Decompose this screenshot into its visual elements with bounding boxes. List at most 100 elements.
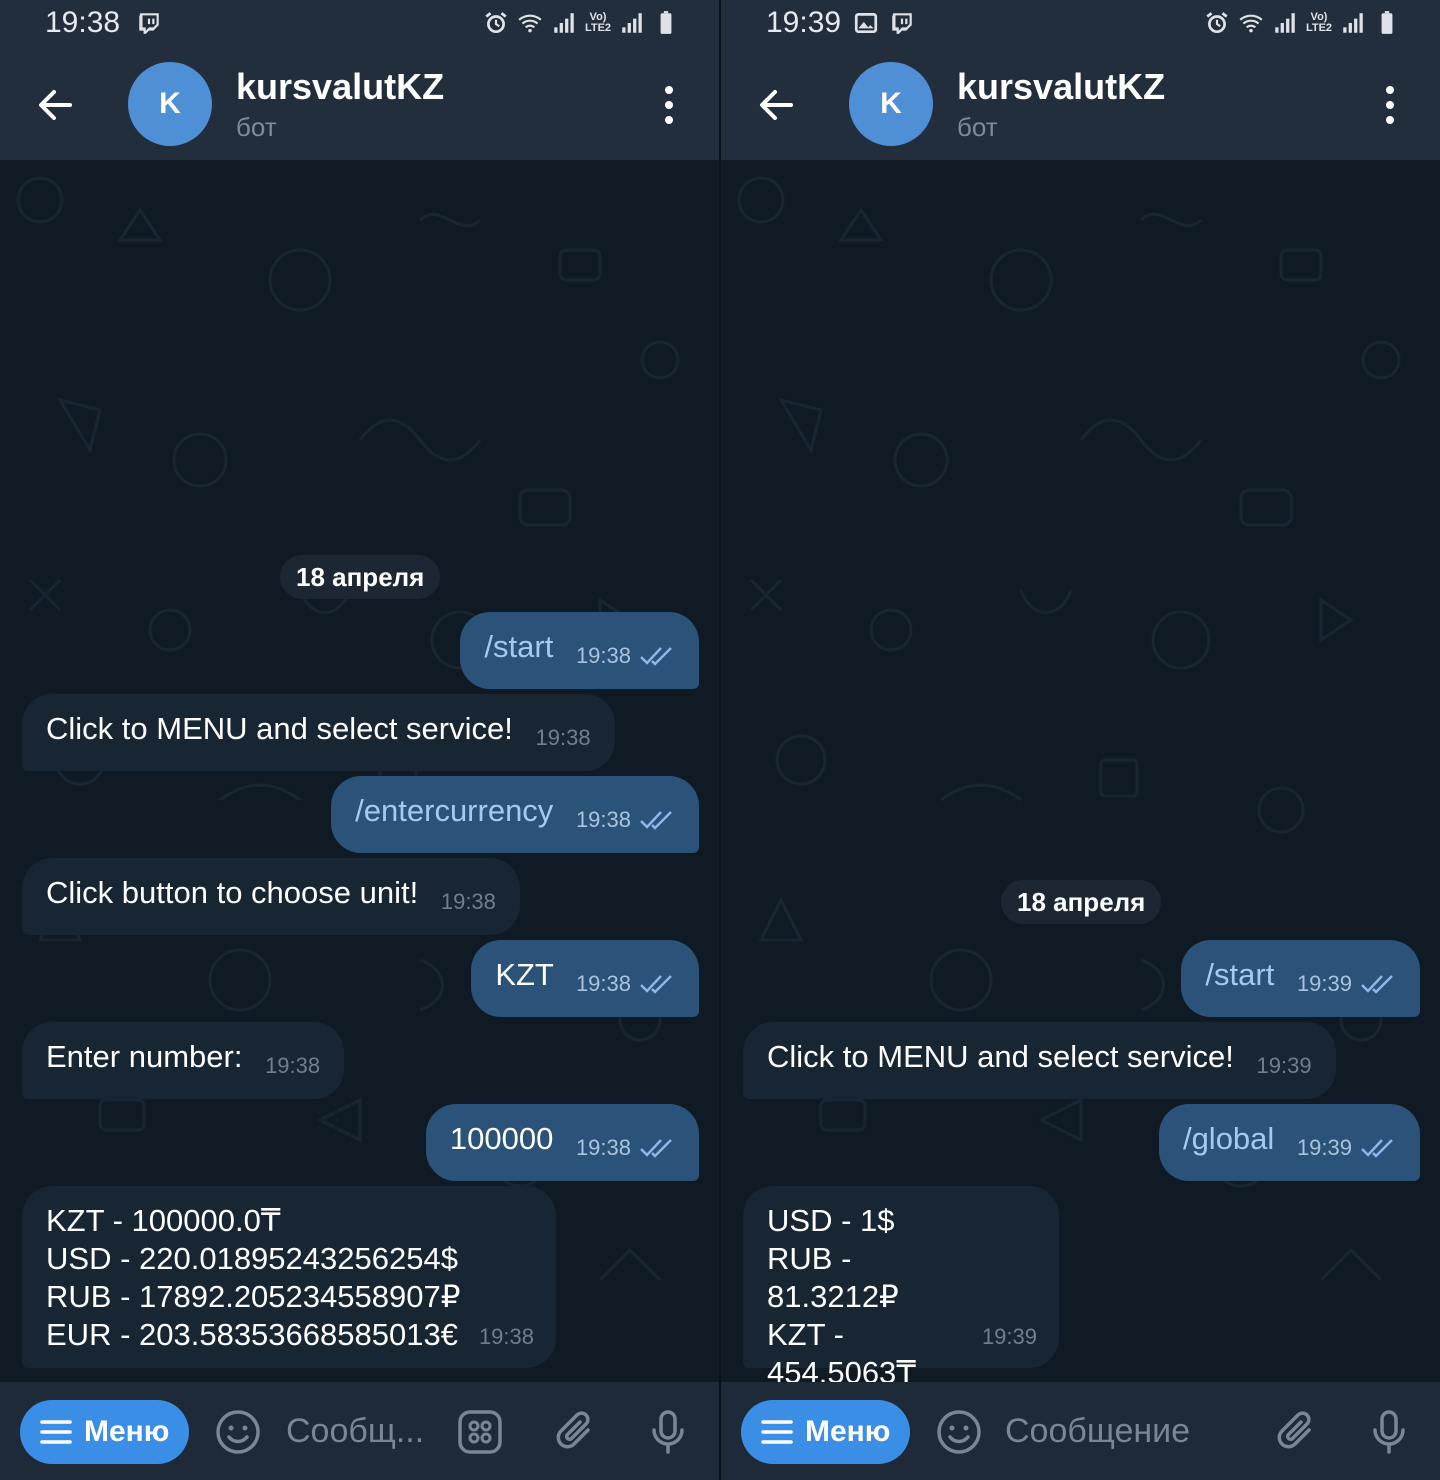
menu-icon: [761, 1420, 793, 1444]
message-meta: 19:39: [982, 1318, 1037, 1356]
message-input[interactable]: Сообщ...: [286, 1412, 436, 1451]
double-check-icon: [640, 811, 672, 830]
alarm-icon: [1204, 10, 1230, 36]
double-check-icon: [640, 647, 672, 666]
status-bar: 19:39 Vo) LTE2: [721, 0, 1440, 50]
message-time: 19:39: [1296, 1135, 1352, 1160]
message-meta: 19:38: [576, 637, 675, 675]
status-time: 19:38: [45, 6, 121, 39]
left-screen: 19:38 Vo) LTE2 K kursvalutKZ бот 18 апре…: [0, 0, 719, 1480]
more-vertical-icon[interactable]: [649, 80, 689, 130]
mic-icon[interactable]: [1365, 1408, 1413, 1456]
message-text: USD - 1$ RUB - 81.3212₽ KZT - 454.5063₸ …: [767, 1203, 917, 1382]
menu-button[interactable]: Меню: [741, 1400, 911, 1464]
mic-icon[interactable]: [644, 1408, 692, 1456]
notification-icons: [136, 10, 162, 36]
message-text: Click to MENU and select service!: [46, 711, 513, 746]
bot-commands-icon[interactable]: [456, 1408, 504, 1456]
chat-header: K kursvalutKZ бот: [0, 50, 719, 160]
message-time: 19:38: [575, 807, 631, 832]
message-incoming[interactable]: KZT - 100000.0₸ USD - 220.01895243256254…: [22, 1186, 556, 1368]
message-text: Click button to choose unit!: [46, 875, 419, 910]
message-time: 19:38: [440, 889, 496, 914]
status-time: 19:39: [766, 6, 842, 39]
message-time: 19:38: [575, 1135, 631, 1160]
message-input[interactable]: Сообщение: [1005, 1412, 1245, 1451]
menu-button-label: Меню: [84, 1415, 170, 1448]
message-meta: 19:39: [1297, 1129, 1396, 1167]
chat-title[interactable]: kursvalutKZ: [236, 66, 444, 108]
back-button[interactable]: [30, 80, 80, 130]
avatar[interactable]: K: [128, 62, 212, 146]
date-separator: 18 апреля: [1001, 880, 1162, 924]
status-bar: 19:38 Vo) LTE2: [0, 0, 719, 50]
chat-subtitle: бот: [957, 112, 998, 142]
emoji-icon[interactable]: [935, 1408, 983, 1456]
message-meta: 19:39: [1297, 965, 1396, 1003]
message-text: 100000: [449, 1121, 554, 1156]
menu-button[interactable]: Меню: [20, 1400, 190, 1464]
right-screen: 19:39 Vo) LTE2 K kursvalutKZ бот 18 апре…: [721, 0, 1440, 1480]
message-time: 19:38: [265, 1053, 321, 1078]
message-text: /global: [1182, 1121, 1275, 1156]
double-check-icon: [1361, 1139, 1393, 1158]
message-meta: 19:38: [576, 801, 675, 839]
chat-area[interactable]: 18 апреля /start 19:39 Click to MENU and…: [721, 160, 1440, 1382]
message-incoming[interactable]: USD - 1$ RUB - 81.3212₽ KZT - 454.5063₸ …: [743, 1186, 1059, 1382]
message-time: 19:38: [575, 643, 631, 668]
wifi-icon: [1238, 10, 1264, 36]
battery-icon: [653, 10, 679, 36]
battery-icon: [1374, 10, 1400, 36]
attach-icon[interactable]: [1273, 1408, 1321, 1456]
signal-icon: [619, 10, 645, 36]
twitch-icon: [136, 10, 162, 36]
more-vertical-icon[interactable]: [1370, 80, 1410, 130]
message-incoming[interactable]: Enter number: 19:38: [22, 1022, 345, 1099]
message-outgoing[interactable]: /start 19:38: [460, 612, 699, 689]
lte-icon: Vo) LTE2: [1305, 11, 1333, 34]
chat-title[interactable]: kursvalutKZ: [957, 66, 1165, 108]
menu-button-label: Меню: [805, 1415, 891, 1448]
system-icons: Vo) LTE2: [1204, 10, 1400, 36]
back-button[interactable]: [751, 80, 801, 130]
message-outgoing[interactable]: /entercurrency 19:38: [331, 776, 699, 853]
image-icon: [853, 10, 879, 36]
message-meta: 19:38: [479, 1318, 534, 1356]
message-time: 19:38: [535, 725, 591, 750]
message-incoming[interactable]: Click to MENU and select service! 19:38: [22, 694, 615, 771]
message-outgoing[interactable]: 100000 19:38: [425, 1104, 699, 1181]
message-outgoing[interactable]: /start 19:39: [1181, 940, 1420, 1017]
twitch-icon: [889, 10, 915, 36]
chat-header: K kursvalutKZ бот: [721, 50, 1440, 160]
alarm-icon: [483, 10, 509, 36]
double-check-icon: [1361, 975, 1393, 994]
signal-icon: [1340, 10, 1366, 36]
message-time: 19:39: [1256, 1053, 1312, 1078]
chat-area[interactable]: 18 апреля /start 19:38 Click to MENU and…: [0, 160, 719, 1382]
menu-icon: [40, 1420, 72, 1444]
message-text: KZT: [495, 957, 554, 992]
system-icons: Vo) LTE2: [483, 10, 679, 36]
message-meta: 19:39: [1257, 1047, 1312, 1085]
message-outgoing[interactable]: /global 19:39: [1158, 1104, 1420, 1181]
message-text: Click to MENU and select service!: [767, 1039, 1234, 1074]
signal-icon: [1272, 10, 1298, 36]
screens-container: 19:38 Vo) LTE2 K kursvalutKZ бот 18 апре…: [0, 0, 1440, 1480]
message-outgoing[interactable]: KZT 19:38: [471, 940, 699, 1017]
input-bar: Меню Сообщ...: [0, 1382, 719, 1480]
message-text: KZT - 100000.0₸ USD - 220.01895243256254…: [46, 1203, 461, 1352]
message-meta: 19:38: [441, 883, 496, 921]
message-incoming[interactable]: Click to MENU and select service! 19:39: [743, 1022, 1336, 1099]
back-arrow-icon: [760, 90, 793, 120]
wifi-icon: [517, 10, 543, 36]
double-check-icon: [640, 1139, 672, 1158]
emoji-icon[interactable]: [214, 1408, 262, 1456]
message-incoming[interactable]: Click button to choose unit! 19:38: [22, 858, 520, 935]
back-arrow-icon: [39, 90, 72, 120]
chat-subtitle: бот: [236, 112, 277, 142]
avatar[interactable]: K: [849, 62, 933, 146]
message-text: /start: [1205, 957, 1275, 992]
input-bar: Меню Сообщение: [721, 1382, 1440, 1480]
attach-icon[interactable]: [552, 1408, 600, 1456]
double-check-icon: [640, 975, 672, 994]
